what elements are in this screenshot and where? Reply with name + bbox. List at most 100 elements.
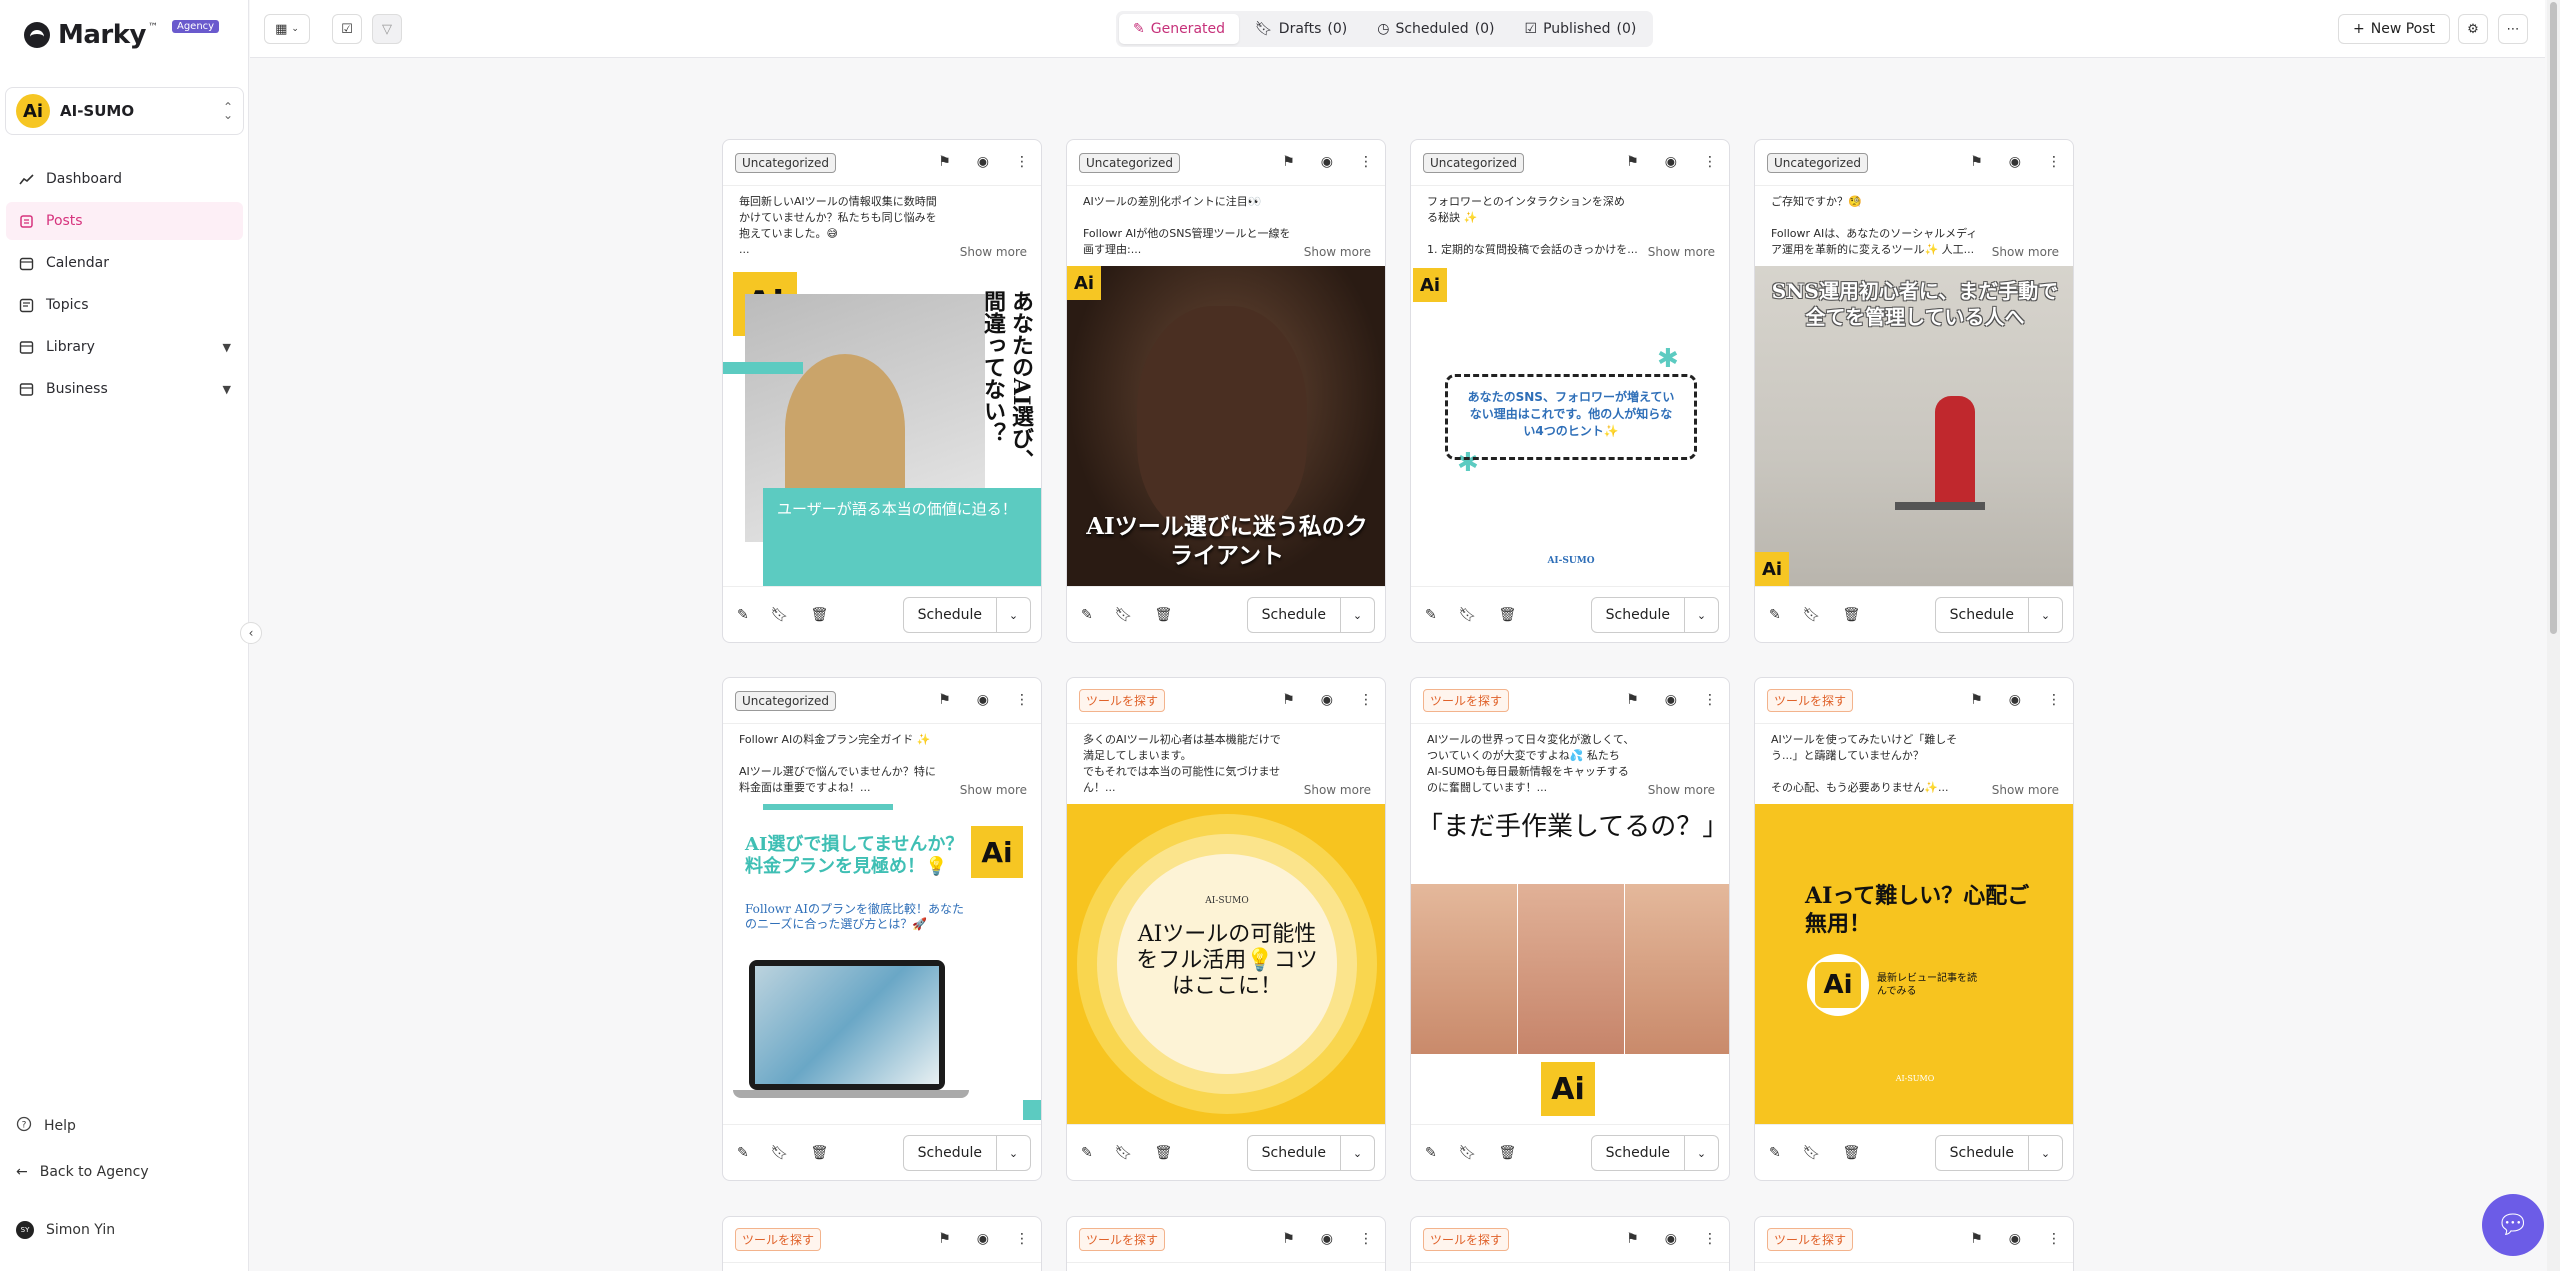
category-tag[interactable]: Uncategorized (1423, 152, 1524, 173)
post-card[interactable]: Uncategorized ⚑ ◉ ⋮ Followr AIの料金プラン完全ガイド … (722, 677, 1042, 1181)
bookmark-icon[interactable]: 🔖︎ (771, 1145, 789, 1161)
eye-icon[interactable]: ◉ (1321, 1231, 1333, 1247)
category-tag[interactable]: ツールを探す (1767, 1228, 1854, 1251)
more-vertical-icon[interactable]: ⋮ (1015, 154, 1029, 170)
bookmark-icon[interactable]: 🔖︎ (1459, 607, 1477, 623)
schedule-dropdown-button[interactable]: ⌄ (1685, 1135, 1719, 1171)
eye-icon[interactable]: ◉ (977, 154, 989, 170)
post-card[interactable]: ツールを探す ⚑ ◉ ⋮ (1066, 1216, 1386, 1271)
category-tag[interactable]: ツールを探す (735, 1228, 822, 1251)
flag-icon[interactable]: ⚑ (1626, 692, 1639, 708)
more-button[interactable]: ⋯ (2498, 14, 2528, 44)
eye-icon[interactable]: ◉ (1665, 692, 1677, 708)
more-vertical-icon[interactable]: ⋮ (1015, 1231, 1029, 1247)
show-more-link[interactable]: Show more (1643, 782, 1715, 798)
sidebar-item-calendar[interactable]: Calendar (6, 244, 243, 282)
eye-icon[interactable]: ◉ (977, 1231, 989, 1247)
bookmark-icon[interactable]: 🔖︎ (1115, 607, 1133, 623)
show-more-link[interactable]: Show more (1987, 782, 2059, 798)
edit-icon[interactable]: ✎ (1081, 607, 1093, 623)
trash-icon[interactable]: 🗑︎ (1843, 607, 1861, 623)
more-vertical-icon[interactable]: ⋮ (1703, 154, 1717, 170)
category-tag[interactable]: ツールを探す (1423, 1228, 1510, 1251)
post-image[interactable]: Ai ✱ ✱ あなたのSNS、フォロワーが増えていない理由はこれです。他の人が知… (1411, 266, 1729, 586)
page-scrollbar[interactable] (2547, 0, 2560, 1271)
back-to-agency-link[interactable]: ← Back to Agency (16, 1164, 149, 1180)
more-vertical-icon[interactable]: ⋮ (1359, 154, 1373, 170)
user-menu[interactable]: SY Simon Yin (16, 1221, 115, 1239)
schedule-button[interactable]: Schedule (902, 1135, 997, 1171)
edit-icon[interactable]: ✎ (1425, 1145, 1437, 1161)
category-tag[interactable]: Uncategorized (1079, 152, 1180, 173)
edit-icon[interactable]: ✎ (1081, 1145, 1093, 1161)
tab-drafts[interactable]: 🔖︎ Drafts (0) (1241, 14, 1361, 44)
post-image[interactable]: Ai あなたのAI選び、間違ってない？ ユーザーが語る本当の価値に迫る！ (723, 266, 1041, 586)
trash-icon[interactable]: 🗑︎ (1843, 1145, 1861, 1161)
edit-icon[interactable]: ✎ (1769, 1145, 1781, 1161)
schedule-dropdown-button[interactable]: ⌄ (1685, 597, 1719, 633)
help-link[interactable]: ? Help (16, 1116, 76, 1136)
schedule-button[interactable]: Schedule (902, 597, 997, 633)
post-card[interactable]: ツールを探す ⚑ ◉ ⋮ (722, 1216, 1042, 1271)
bookmark-icon[interactable]: 🔖︎ (1115, 1145, 1133, 1161)
select-button[interactable]: ☑ (332, 14, 362, 44)
schedule-dropdown-button[interactable]: ⌄ (997, 1135, 1031, 1171)
tab-generated[interactable]: ✎ Generated (1119, 14, 1240, 44)
flag-icon[interactable]: ⚑ (1282, 154, 1295, 170)
flag-icon[interactable]: ⚑ (1970, 692, 1983, 708)
edit-icon[interactable]: ✎ (737, 607, 749, 623)
tab-scheduled[interactable]: ◷ Scheduled (0) (1363, 14, 1508, 44)
bookmark-icon[interactable]: 🔖︎ (1803, 1145, 1821, 1161)
trash-icon[interactable]: 🗑︎ (1499, 607, 1517, 623)
post-image[interactable]: SNS運用初心者に、まだ手動で全てを管理している人へ Ai (1755, 266, 2073, 586)
more-vertical-icon[interactable]: ⋮ (1015, 692, 1029, 708)
edit-icon[interactable]: ✎ (1769, 607, 1781, 623)
trash-icon[interactable]: 🗑︎ (1155, 1145, 1173, 1161)
flag-icon[interactable]: ⚑ (1626, 1231, 1639, 1247)
show-more-link[interactable]: Show more (1987, 244, 2059, 260)
eye-icon[interactable]: ◉ (2009, 692, 2021, 708)
post-image[interactable]: AI-SUMO AIツールの可能性をフル活用💡コツはここに！ (1067, 804, 1385, 1124)
more-vertical-icon[interactable]: ⋮ (1703, 692, 1717, 708)
scrollbar-thumb[interactable] (2550, 2, 2557, 634)
edit-icon[interactable]: ✎ (1425, 607, 1437, 623)
view-mode-button[interactable]: ▦ ⌄ (264, 14, 310, 44)
schedule-dropdown-button[interactable]: ⌄ (997, 597, 1031, 633)
schedule-button[interactable]: Schedule (1590, 597, 1685, 633)
flag-icon[interactable]: ⚑ (1626, 154, 1639, 170)
schedule-dropdown-button[interactable]: ⌄ (1341, 597, 1375, 633)
more-vertical-icon[interactable]: ⋮ (1359, 692, 1373, 708)
settings-button[interactable]: ⚙ (2458, 14, 2488, 44)
show-more-link[interactable]: Show more (1643, 244, 1715, 260)
flag-icon[interactable]: ⚑ (938, 692, 951, 708)
eye-icon[interactable]: ◉ (1321, 692, 1333, 708)
post-card[interactable]: Uncategorized ⚑ ◉ ⋮ ご存知ですか？🧐 Followr AIは、あ… (1754, 139, 2074, 643)
schedule-button[interactable]: Schedule (1934, 1135, 2029, 1171)
more-vertical-icon[interactable]: ⋮ (2047, 154, 2061, 170)
category-tag[interactable]: Uncategorized (735, 690, 836, 711)
schedule-button[interactable]: Schedule (1246, 1135, 1341, 1171)
schedule-dropdown-button[interactable]: ⌄ (2029, 597, 2063, 633)
flag-icon[interactable]: ⚑ (1970, 154, 1983, 170)
collapse-sidebar-button[interactable]: ‹ (240, 622, 262, 644)
more-vertical-icon[interactable]: ⋮ (2047, 692, 2061, 708)
flag-icon[interactable]: ⚑ (1282, 692, 1295, 708)
flag-icon[interactable]: ⚑ (938, 1231, 951, 1247)
post-card[interactable]: ツールを探す ⚑ ◉ ⋮ 多くのAIツール初心者は基本機能だけで 満足してしまいます… (1066, 677, 1386, 1181)
more-vertical-icon[interactable]: ⋮ (2047, 1231, 2061, 1247)
flag-icon[interactable]: ⚑ (1970, 1231, 1983, 1247)
trash-icon[interactable]: 🗑︎ (1499, 1145, 1517, 1161)
show-more-link[interactable]: Show more (1299, 782, 1371, 798)
filter-button[interactable]: ▽ (372, 14, 402, 44)
trash-icon[interactable]: 🗑︎ (811, 607, 829, 623)
workspace-switcher[interactable]: Ai AI-SUMO ⌃ ⌄ (5, 87, 244, 135)
trash-icon[interactable]: 🗑︎ (811, 1145, 829, 1161)
show-more-link[interactable]: Show more (955, 244, 1027, 260)
more-vertical-icon[interactable]: ⋮ (1703, 1231, 1717, 1247)
sidebar-item-business[interactable]: Business ▼ (6, 370, 243, 408)
eye-icon[interactable]: ◉ (2009, 154, 2021, 170)
eye-icon[interactable]: ◉ (2009, 1231, 2021, 1247)
post-image[interactable]: AIって難しい？心配ご無用！ Ai 最新レビュー記事を読んでみる AI-SUMO (1755, 804, 2073, 1124)
tab-published[interactable]: ☑ Published (0) (1511, 14, 1651, 44)
category-tag[interactable]: Uncategorized (735, 152, 836, 173)
